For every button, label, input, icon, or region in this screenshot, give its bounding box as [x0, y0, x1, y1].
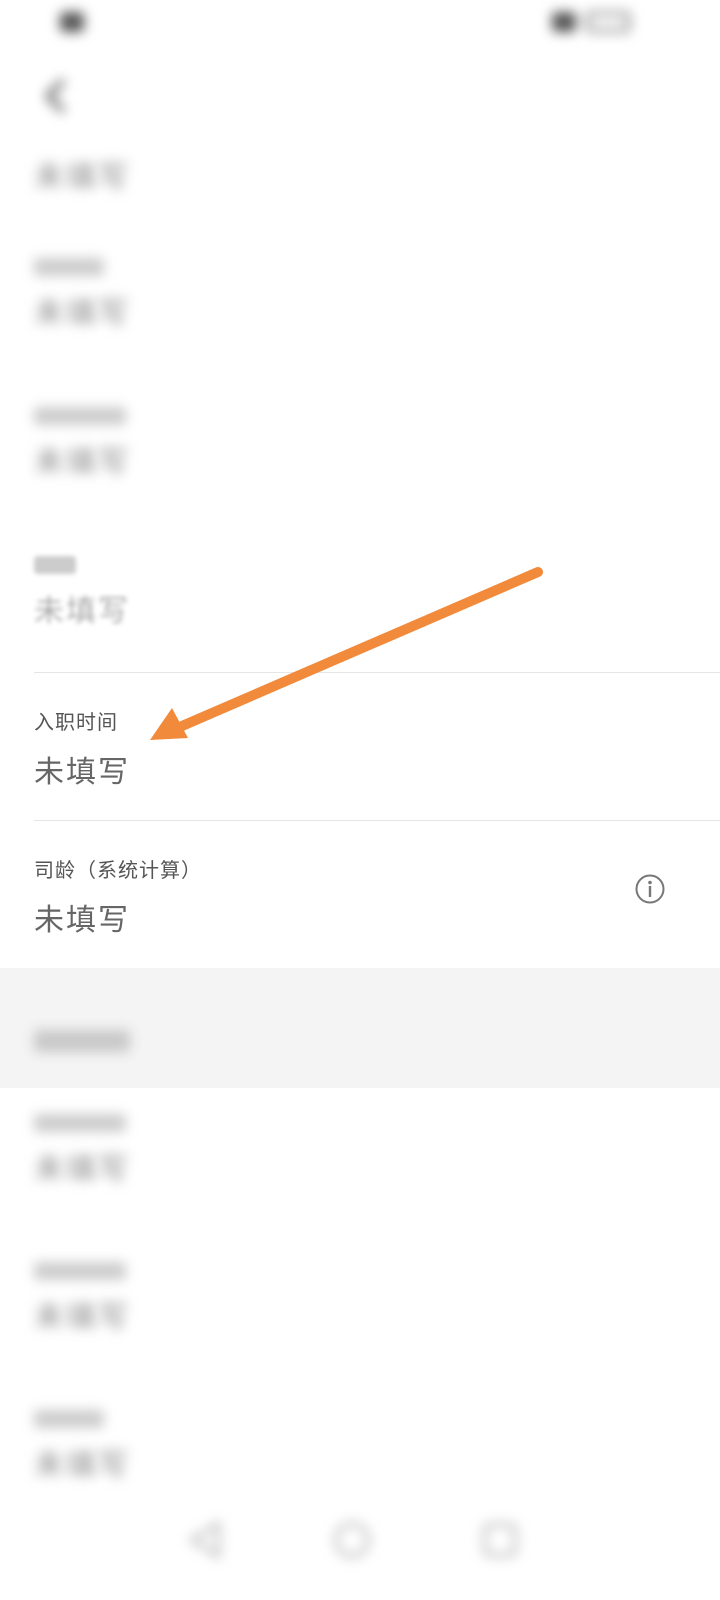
field-value: 未填写 [34, 1152, 130, 1187]
field-value: 未填写 [34, 1300, 130, 1335]
form-field[interactable]: 未填写 [34, 1262, 686, 1336]
field-value: 未填写 [34, 594, 130, 629]
form-field[interactable]: 未填写 [34, 258, 686, 332]
hire-date-value: 未填写 [34, 755, 130, 790]
field-label-placeholder [34, 1262, 126, 1280]
seniority-label: 司龄（系统计算） [34, 858, 202, 882]
status-right [552, 12, 640, 32]
divider [34, 820, 720, 821]
section-title [34, 1030, 130, 1052]
arrow-annotation-icon [150, 567, 543, 740]
screen: 未填写 未填写 未填写 未填写 入职时间 未填写 司龄（系统计算） 未填写 未填… [0, 0, 720, 1600]
hire-date-field[interactable]: 入职时间 未填写 [34, 706, 686, 791]
field-label-placeholder [34, 407, 126, 425]
form-field[interactable]: 未填写 [34, 1114, 686, 1188]
field-value: 未填写 [34, 296, 130, 331]
field-label-placeholder [34, 556, 76, 574]
form-field[interactable]: 未填写 [34, 152, 686, 196]
seniority-field: 司龄（系统计算） 未填写 [34, 854, 686, 939]
field-label-placeholder [34, 1114, 126, 1132]
field-value: 未填写 [34, 445, 130, 480]
section-band [0, 968, 720, 1088]
info-circle-icon[interactable] [634, 873, 666, 905]
field-label-placeholder [34, 1410, 104, 1428]
recents-square-icon[interactable] [478, 1518, 522, 1562]
status-left [60, 12, 92, 32]
signal-icon [60, 12, 84, 32]
section-title-placeholder [34, 1030, 130, 1052]
form-field[interactable]: 未填写 [34, 1410, 686, 1484]
status-bar [0, 0, 720, 50]
field-value: 未填写 [34, 160, 130, 195]
nav-bar [0, 60, 720, 130]
form-field[interactable]: 未填写 [34, 407, 686, 481]
wifi-icon [552, 12, 576, 32]
battery-icon [586, 12, 630, 32]
field-label-placeholder [34, 258, 104, 276]
seniority-value: 未填写 [34, 903, 130, 938]
divider [34, 672, 720, 673]
system-nav-bar [0, 1500, 720, 1600]
form-field[interactable]: 未填写 [34, 556, 686, 630]
back-triangle-icon[interactable] [184, 1518, 228, 1562]
hire-date-label: 入职时间 [34, 710, 118, 734]
field-value: 未填写 [34, 1448, 130, 1483]
chevron-left-icon[interactable] [36, 76, 76, 116]
home-circle-icon[interactable] [330, 1518, 374, 1562]
